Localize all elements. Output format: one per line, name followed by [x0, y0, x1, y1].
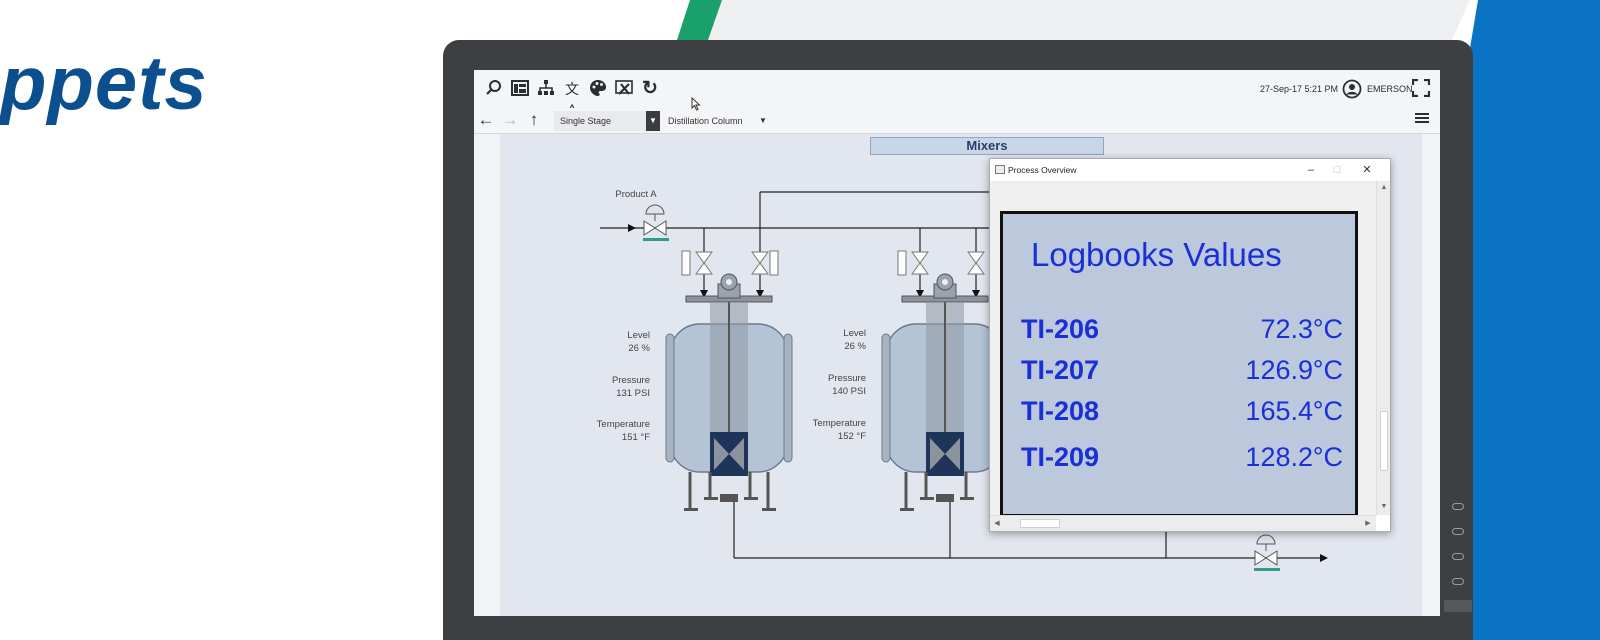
tag-value: 126.9	[1245, 355, 1313, 385]
monitor-button[interactable]	[1452, 553, 1464, 560]
stage: ppets 文A ↻ 27-Sep-17 5:21 PM	[0, 0, 1600, 640]
close-icon[interactable]: ✕	[1354, 161, 1380, 179]
scroll-down-icon[interactable]: ▼	[1378, 501, 1390, 513]
up-icon[interactable]: ↑	[524, 110, 544, 130]
monitor-button[interactable]	[1452, 503, 1464, 510]
process-overview-window[interactable]: Process Overview – □ ✕ Logbooks Values T…	[989, 158, 1391, 532]
logbook-panel: Logbooks Values TI-206 72.3 °C TI-207 12…	[1000, 211, 1358, 517]
temperature-label: Temperature	[596, 419, 650, 430]
scroll-up-icon[interactable]: ▲	[1378, 182, 1390, 194]
scroll-right-icon[interactable]: ▶	[1362, 518, 1374, 530]
tag-name: TI-207	[1021, 355, 1100, 385]
back-icon[interactable]: ←	[476, 110, 496, 130]
brand-title: ppets	[0, 41, 208, 126]
monitor-button[interactable]	[1452, 528, 1464, 535]
cursor-icon	[691, 97, 701, 111]
chevron-down-icon[interactable]: ▼	[756, 111, 770, 131]
forward-icon[interactable]: →	[500, 110, 520, 130]
logbook-row: TI-209 128.2 °C	[1021, 442, 1343, 478]
chevron-down-icon[interactable]: ▼	[646, 111, 660, 131]
logbook-title: Logbooks Values	[1031, 236, 1282, 273]
palette-icon[interactable]	[588, 79, 608, 99]
scroll-thumb[interactable]	[1380, 411, 1388, 471]
horizontal-scrollbar[interactable]: ◀ ▶	[990, 515, 1376, 531]
translate-icon[interactable]: 文A	[562, 79, 582, 117]
tag-name: TI-206	[1021, 314, 1100, 344]
search-icon[interactable]	[484, 79, 504, 99]
tag-unit: °C	[1312, 314, 1343, 344]
pressure-value: 140 PSI	[832, 386, 866, 397]
vertical-scrollbar[interactable]: ▲ ▼	[1376, 181, 1390, 515]
temperature-label: Temperature	[812, 418, 866, 429]
monitor-button[interactable]	[1452, 578, 1464, 585]
tag-value: 165.4	[1245, 396, 1313, 426]
hierarchy-icon[interactable]	[536, 79, 556, 99]
tag-unit: °C	[1312, 355, 1343, 385]
tag-unit: °C	[1312, 442, 1343, 472]
tag-name: TI-208	[1021, 396, 1100, 426]
fullscreen-icon[interactable]	[1411, 78, 1431, 99]
toolbar: 文A ↻ 27-Sep-17 5:21 PM EMERSON	[474, 70, 1440, 117]
pressure-label: Pressure	[827, 373, 866, 384]
tag-unit: °C	[1312, 396, 1343, 426]
user-name[interactable]: EMERSON	[1367, 84, 1413, 94]
logbook-row: TI-208 165.4 °C	[1021, 396, 1343, 432]
blue-panel-shape	[1468, 0, 1600, 640]
minimize-icon[interactable]: –	[1298, 161, 1324, 179]
tag-value: 72.3	[1260, 314, 1313, 344]
breadcrumb-item[interactable]: Single Stage Desalter	[554, 111, 648, 146]
level-value: 26 %	[628, 343, 650, 354]
scroll-left-icon[interactable]: ◀	[991, 518, 1003, 530]
timestamp: 27-Sep-17 5:21 PM	[1260, 84, 1339, 94]
scroll-thumb[interactable]	[1020, 519, 1060, 528]
breadcrumb-item[interactable]: Distillation Column L2	[662, 111, 758, 146]
tools-icon[interactable]	[614, 79, 634, 99]
maximize-icon[interactable]: □	[1324, 161, 1350, 179]
tag-name: TI-209	[1021, 442, 1100, 472]
level-label: Level	[843, 328, 866, 339]
level-label: Level	[627, 330, 650, 341]
temperature-value: 152 °F	[837, 431, 866, 442]
power-button[interactable]	[1444, 600, 1472, 612]
pressure-label: Pressure	[611, 375, 650, 386]
tag-value: 128.2	[1245, 442, 1313, 472]
pressure-value: 131 PSI	[616, 388, 650, 399]
mixer-tank	[665, 228, 793, 511]
temperature-value: 151 °F	[621, 432, 650, 443]
product-label: Product A	[615, 189, 657, 200]
layout-icon[interactable]	[510, 79, 530, 99]
level-value: 26 %	[844, 341, 866, 352]
menu-icon[interactable]	[1412, 110, 1432, 130]
mixer-tank	[881, 228, 1005, 511]
refresh-icon[interactable]: ↻	[640, 79, 660, 99]
logbook-row: TI-206 72.3 °C	[1021, 314, 1343, 350]
window-content: Logbooks Values TI-206 72.3 °C TI-207 12…	[990, 181, 1376, 517]
logbook-row: TI-207 126.9 °C	[1021, 355, 1343, 391]
user-icon[interactable]	[1342, 79, 1362, 99]
